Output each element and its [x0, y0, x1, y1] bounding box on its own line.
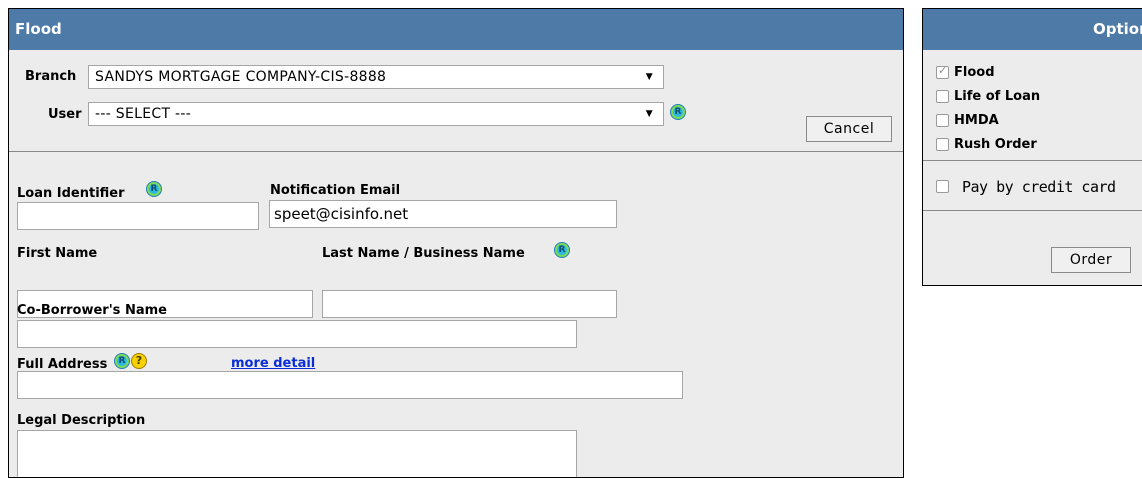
required-info-icon[interactable]: R	[146, 181, 162, 197]
legal-description-label: Legal Description	[17, 413, 146, 428]
notification-email-label: Notification Email	[270, 183, 401, 198]
life-of-loan-label: Life of Loan	[954, 89, 1041, 104]
branch-select-value: SANDYS MORTGAGE COMPANY-CIS-8888	[95, 69, 387, 85]
branch-label: Branch	[25, 69, 77, 84]
required-info-icon[interactable]: R	[554, 242, 570, 258]
section-divider	[9, 151, 903, 152]
rush-order-checkbox[interactable]	[936, 138, 949, 151]
required-info-icon[interactable]: R	[670, 104, 686, 120]
full-address-input[interactable]	[17, 371, 683, 399]
first-name-label: First Name	[17, 246, 98, 261]
loan-identifier-label: Loan Identifier	[17, 186, 125, 201]
help-icon[interactable]: ?	[131, 353, 147, 369]
co-borrower-label: Co-Borrower's Name	[17, 303, 167, 318]
options-divider	[923, 210, 1142, 211]
cancel-button[interactable]: Cancel	[806, 116, 892, 142]
user-label: User	[48, 107, 82, 122]
flood-panel-title: Flood	[9, 9, 903, 50]
options-panel-title: Options	[923, 9, 1142, 50]
flood-checkbox[interactable]	[936, 64, 949, 79]
options-divider	[923, 160, 1142, 161]
chevron-down-icon: ▼	[645, 109, 653, 119]
rush-order-label: Rush Order	[954, 137, 1037, 152]
legal-description-textarea[interactable]	[17, 430, 577, 477]
user-select[interactable]: --- SELECT --- ▼	[88, 102, 664, 126]
chevron-down-icon: ▼	[645, 72, 653, 82]
notification-email-input[interactable]: speet@cisinfo.net	[269, 200, 617, 228]
pay-by-credit-card-checkbox[interactable]	[936, 180, 949, 193]
branch-select[interactable]: SANDYS MORTGAGE COMPANY-CIS-8888 ▼	[88, 65, 664, 89]
required-info-icon[interactable]: R	[114, 353, 130, 369]
hmda-checkbox[interactable]	[936, 114, 949, 127]
hmda-label: HMDA	[954, 113, 999, 128]
order-button[interactable]: Order	[1051, 247, 1131, 273]
co-borrower-input[interactable]	[17, 320, 577, 348]
options-panel: Options Flood Life of Loan HMDA Rush Ord…	[922, 8, 1142, 286]
last-name-label: Last Name / Business Name	[322, 246, 525, 261]
user-select-value: --- SELECT ---	[95, 106, 192, 122]
life-of-loan-checkbox[interactable]	[936, 90, 949, 103]
last-name-input[interactable]	[322, 290, 617, 318]
loan-identifier-input[interactable]	[17, 202, 259, 230]
flood-option-label: Flood	[954, 65, 995, 80]
more-detail-link[interactable]: more detail	[231, 356, 315, 371]
full-address-label: Full Address	[17, 357, 108, 372]
flood-panel: Flood Branch SANDYS MORTGAGE COMPANY-CIS…	[8, 8, 904, 478]
pay-by-credit-card-label: Pay by credit card	[962, 178, 1116, 196]
